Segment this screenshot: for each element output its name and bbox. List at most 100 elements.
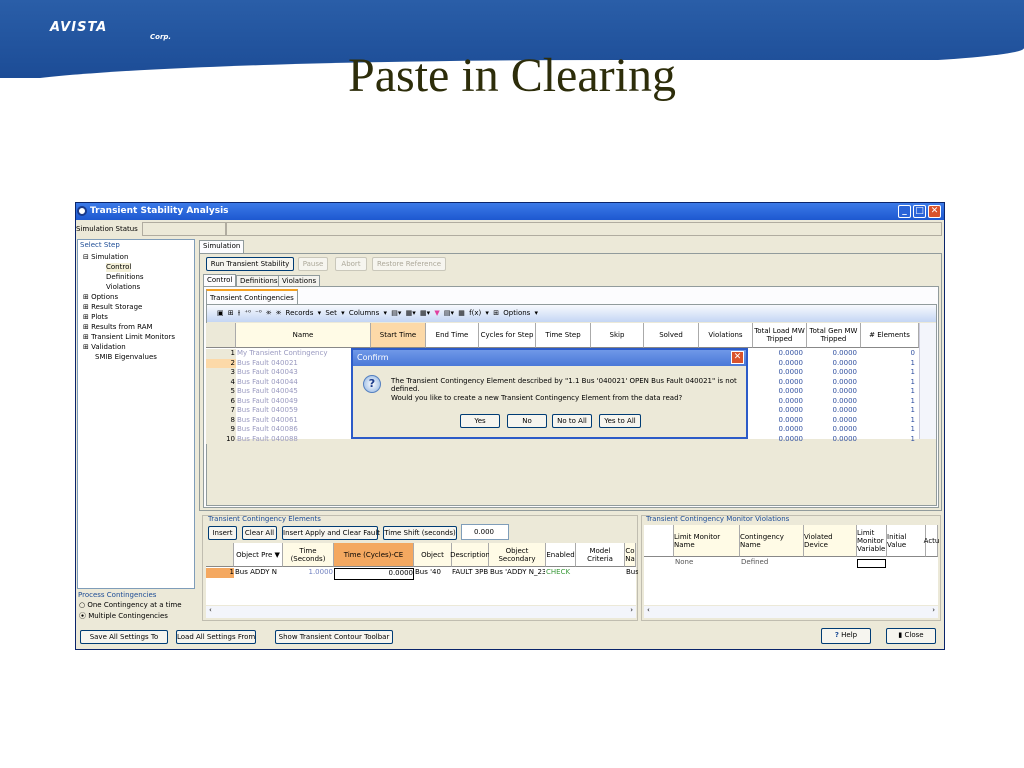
load-all-settings-button[interactable]: Load All Settings From xyxy=(176,630,256,644)
insert-button[interactable]: Insert xyxy=(208,526,237,540)
violation-column-header[interactable]: Initial Value xyxy=(887,525,926,557)
save-all-settings-button[interactable]: Save All Settings To xyxy=(80,630,168,644)
element-cell[interactable]: Bus '40 xyxy=(415,568,451,578)
element-cell[interactable]: CHECK xyxy=(546,568,576,578)
element-column-header[interactable]: Object Secondary xyxy=(489,543,546,567)
insert-apply-clear-fault-button[interactable]: Insert Apply and Clear Fault xyxy=(282,526,380,540)
subtab-control[interactable]: Control xyxy=(203,274,237,286)
violation-cell[interactable]: None xyxy=(675,558,735,568)
no-button[interactable]: No xyxy=(507,414,547,428)
maximize-button[interactable]: □ xyxy=(913,205,926,218)
violation-column-header[interactable]: Limit Monitor Name xyxy=(674,525,740,557)
column-header[interactable]: Name xyxy=(236,323,371,348)
row-number[interactable]: 8 xyxy=(206,415,236,425)
row-number[interactable]: 7 xyxy=(206,406,236,416)
element-cell[interactable]: 1.0000 xyxy=(283,568,334,578)
element-column-header[interactable]: Model Criteria xyxy=(576,543,625,567)
tree-item-validation[interactable]: ⊞ Validation xyxy=(83,343,126,352)
column-header[interactable]: Time Step xyxy=(536,323,591,348)
set-menu[interactable]: Set ▾ xyxy=(325,309,344,317)
fx-menu[interactable]: f(x) ▾ xyxy=(469,309,489,317)
element-column-header[interactable]: Time (Seconds) xyxy=(283,543,334,567)
yes-to-all-button[interactable]: Yes to All xyxy=(599,414,641,428)
row-number[interactable]: 10 xyxy=(206,434,236,444)
tree-item-limit-monitors[interactable]: ⊞ Transient Limit Monitors xyxy=(83,333,175,342)
row-number[interactable]: 5 xyxy=(206,387,236,397)
columns-menu[interactable]: Columns ▾ xyxy=(349,309,387,317)
tree-item-control[interactable]: Control xyxy=(106,263,132,272)
element-cell[interactable]: Bus ADDY N xyxy=(235,568,283,578)
row-header-corner xyxy=(644,525,674,557)
element-column-header[interactable]: Time (Cycles)-CE xyxy=(334,543,414,567)
element-column-header[interactable]: Description xyxy=(450,543,490,567)
column-header[interactable]: Start Time xyxy=(371,323,426,348)
tab-transient-contingencies[interactable]: Transient Contingencies xyxy=(206,289,298,304)
element-cell[interactable]: Bus xyxy=(626,568,638,578)
yes-button[interactable]: Yes xyxy=(460,414,500,428)
grid-icon[interactable]: ⊞ xyxy=(493,309,499,317)
tree-item-result-storage[interactable]: ⊞ Result Storage xyxy=(83,303,142,312)
question-icon: ? xyxy=(363,375,381,393)
toolbar-icons[interactable]: ▣ ⊞ ⫲ ⁺⁰ ⁻⁰ ⛯ ⛯ xyxy=(217,309,281,317)
no-to-all-button[interactable]: No to All xyxy=(552,414,592,428)
column-header[interactable]: Cycles for Step xyxy=(479,323,536,348)
time-shift-button[interactable]: Time Shift (seconds) xyxy=(383,526,457,540)
tab-simulation[interactable]: Simulation xyxy=(199,240,245,253)
violation-column-header[interactable]: Actu xyxy=(924,525,939,557)
element-cell[interactable]: 1 xyxy=(206,568,234,578)
column-header[interactable]: # Elements xyxy=(861,323,919,348)
column-header[interactable]: Total Load MW Tripped xyxy=(753,323,807,348)
dialog-close-button[interactable]: ✕ xyxy=(731,351,744,364)
row-number[interactable]: 1 xyxy=(206,349,236,359)
element-column-header[interactable]: Object xyxy=(414,543,452,567)
element-column-header[interactable]: Co Na xyxy=(625,543,636,567)
minimize-button[interactable]: _ xyxy=(898,205,911,218)
elements-horizontal-scrollbar[interactable]: ‹ › xyxy=(206,606,636,618)
element-cell[interactable]: Bus 'ADDY N_230. xyxy=(490,568,545,578)
violation-column-header[interactable]: Contingency Name xyxy=(740,525,804,557)
tree-item-options[interactable]: ⊞ Options xyxy=(83,293,118,302)
show-contour-toolbar-button[interactable]: Show Transient Contour Toolbar xyxy=(275,630,393,644)
selected-cell[interactable] xyxy=(857,559,886,568)
tree-item-definitions[interactable]: Definitions xyxy=(106,273,144,282)
radio-one-contingency[interactable]: ○ One Contingency at a time xyxy=(79,601,182,609)
row-number[interactable]: 6 xyxy=(206,396,236,406)
column-header[interactable]: End Time xyxy=(426,323,479,348)
tree-item-violations[interactable]: Violations xyxy=(106,283,140,292)
more-toolbar-icons[interactable]: ▤▾ ▦▾ ▦▾ ▼ ▤▾ ▦ xyxy=(391,309,465,317)
row-number[interactable]: 4 xyxy=(206,377,236,387)
total-load-tripped: 0.0000 xyxy=(778,434,804,443)
options-menu[interactable]: Options ▾ xyxy=(503,309,538,317)
pause-button[interactable]: Pause xyxy=(298,257,328,271)
element-cell[interactable]: FAULT 3PB xyxy=(452,568,488,578)
tree-item-results-ram[interactable]: ⊞ Results from RAM xyxy=(83,323,153,332)
column-header[interactable]: Violations xyxy=(699,323,753,348)
run-transient-stability-button[interactable]: Run Transient Stability xyxy=(206,257,294,271)
violation-cell[interactable]: Defined xyxy=(741,558,801,568)
row-number[interactable]: 3 xyxy=(206,368,236,378)
records-menu[interactable]: Records ▾ xyxy=(286,309,322,317)
radio-multiple-contingencies[interactable]: ⦿ Multiple Contingencies xyxy=(79,611,168,621)
element-column-header[interactable]: Object Pre ▼ xyxy=(234,543,283,567)
close-button[interactable]: ▮ Close xyxy=(886,628,936,644)
restore-reference-button[interactable]: Restore Reference xyxy=(372,257,446,271)
help-button[interactable]: ? Help xyxy=(821,628,871,644)
violation-column-header[interactable]: Limit Monitor Variable xyxy=(857,525,887,557)
column-header[interactable]: Total Gen MW Tripped xyxy=(807,323,861,348)
element-column-header[interactable]: Enabled xyxy=(546,543,576,567)
column-header[interactable]: Solved xyxy=(644,323,699,348)
grid-vertical-scrollbar[interactable] xyxy=(919,323,936,439)
violations-horizontal-scrollbar[interactable]: ‹ › xyxy=(644,606,938,618)
row-number[interactable]: 2 xyxy=(206,358,236,368)
tree-item-simulation[interactable]: ⊟ Simulation xyxy=(83,253,128,262)
time-shift-input[interactable]: 0.000 xyxy=(461,524,509,540)
violation-column-header[interactable]: Violated Device xyxy=(804,525,857,557)
tree-item-plots[interactable]: ⊞ Plots xyxy=(83,313,108,322)
tree-item-smib[interactable]: SMIB Eigenvalues xyxy=(95,353,157,362)
abort-button[interactable]: Abort xyxy=(335,257,367,271)
column-header[interactable]: Skip xyxy=(591,323,644,348)
close-window-button[interactable]: ✕ xyxy=(928,205,941,218)
row-number[interactable]: 9 xyxy=(206,425,236,435)
clear-all-button[interactable]: Clear All xyxy=(242,526,277,540)
element-cell[interactable]: 0.0000 xyxy=(334,568,414,580)
